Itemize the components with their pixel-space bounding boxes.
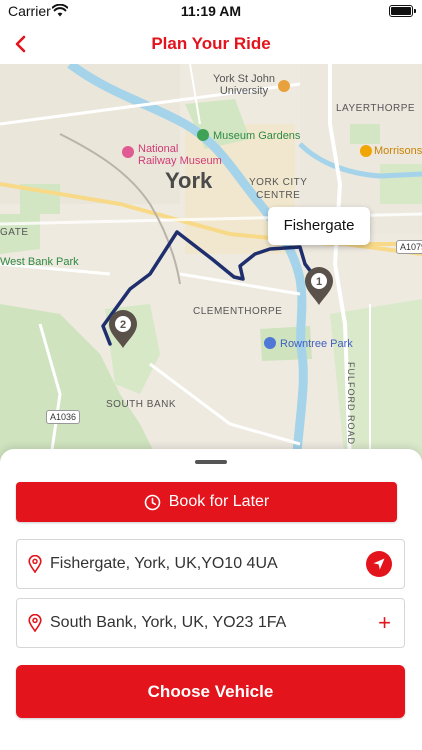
choose-vehicle-button[interactable]: Choose Vehicle (16, 665, 405, 718)
book-for-later-button[interactable]: Book for Later (16, 482, 397, 522)
page-title: Plan Your Ride (151, 34, 271, 53)
sheet-grabber[interactable] (195, 460, 227, 464)
navigation-bar: Plan Your Ride (0, 24, 422, 64)
marker-number: 1 (316, 276, 322, 288)
label-fulford-road: FULFORD ROAD (346, 362, 356, 446)
road-shield-a1079: A1079 (396, 240, 422, 254)
label-york-city-centre: YORK CITY CENTRE (249, 177, 308, 201)
clock-icon (144, 494, 161, 511)
pickup-callout[interactable]: Fishergate (268, 207, 370, 245)
label-morrisons: Morrisons (374, 145, 422, 157)
pickup-address-text: Fishergate, York, UK,YO10 4UA (50, 555, 278, 572)
label-gate: GATE (0, 227, 29, 238)
dropoff-address-text: South Bank, York, UK, YO23 1FA (50, 614, 287, 631)
location-pin-icon (28, 555, 42, 573)
battery-icon (389, 5, 416, 17)
label-york-st-john-university: York St John University (213, 73, 275, 97)
current-location-button[interactable] (366, 551, 392, 577)
label-layerthorpe: LAYERTHORPE (336, 103, 416, 114)
status-bar: Carrier 11:19 AM (0, 0, 422, 24)
map-marker-icon[interactable]: 2 (106, 307, 140, 349)
status-time: 11:19 AM (180, 3, 242, 19)
label-rowntree-park: Rowntree Park (280, 338, 353, 350)
label-museum-gardens: Museum Gardens (213, 130, 301, 142)
add-stop-button[interactable]: + (378, 612, 391, 634)
label-national-railway-museum: National Railway Museum (138, 143, 222, 167)
choose-vehicle-label: Choose Vehicle (147, 681, 274, 701)
road-shield-a1036: A1036 (46, 410, 81, 424)
pickup-address-field[interactable]: Fishergate, York, UK,YO10 4UA (16, 539, 405, 589)
navigation-arrow-icon (373, 558, 385, 570)
dropoff-address-field[interactable]: South Bank, York, UK, YO23 1FA + (16, 598, 405, 648)
location-pin-icon (28, 614, 42, 632)
label-south-bank: SOUTH BANK (106, 399, 177, 410)
book-for-later-label: Book for Later (168, 493, 270, 510)
label-clementhorpe: CLEMENTHORPE (193, 306, 283, 317)
marker-number: 2 (120, 319, 126, 331)
bottom-sheet: Book for Later Fishergate, York, UK,YO10… (0, 449, 422, 750)
route-map[interactable]: York St John University LAYERTHORPE Museu… (0, 64, 422, 464)
label-west-bank-park: West Bank Park (0, 256, 79, 268)
map-marker-icon[interactable]: 1 (302, 264, 336, 306)
label-york: York (165, 168, 213, 193)
